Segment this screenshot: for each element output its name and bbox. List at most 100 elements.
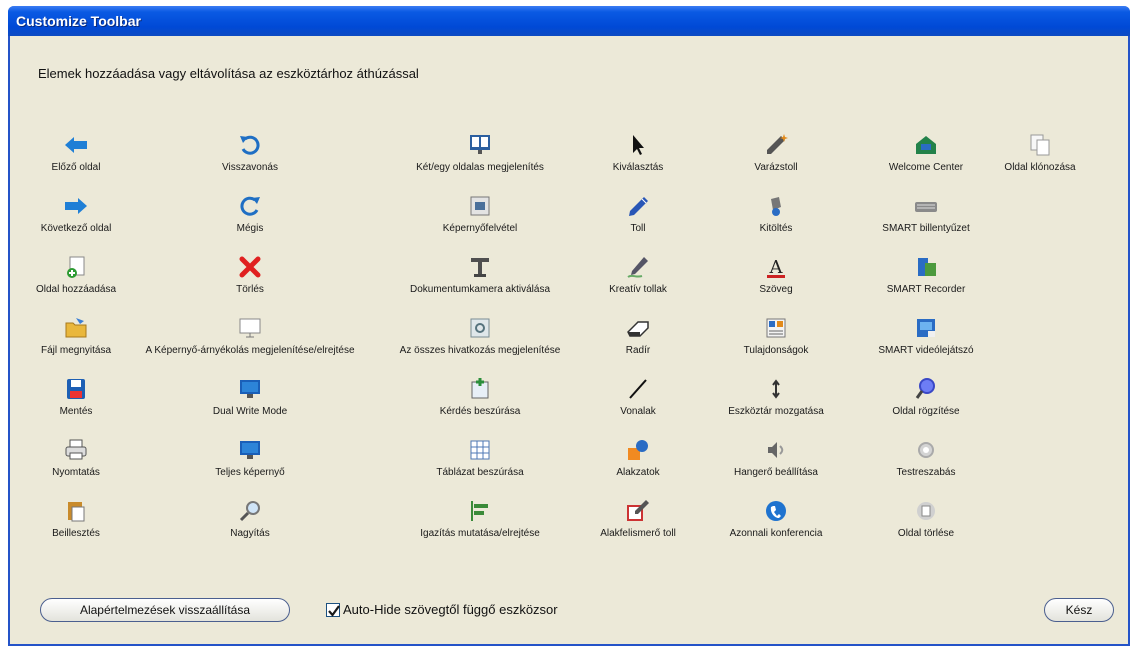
toolbar-item-label: Nyomtatás: [52, 467, 100, 478]
toolbar-item-label: Igazítás mutatása/elrejtése: [420, 528, 540, 539]
toolbar-item-creative-pen[interactable]: Kreatív tollak: [563, 254, 713, 316]
toolbar-item-instant-conference[interactable]: Azonnali konferencia: [701, 498, 851, 560]
toolbar-item-customize-gear[interactable]: Testreszabás: [851, 437, 1001, 499]
toolbar-item-delete-page[interactable]: Oldal törlése: [851, 498, 1001, 560]
toolbar-item-screen-capture[interactable]: Képernyőfelvétel: [405, 193, 555, 255]
toolbar-item-label: Szöveg: [759, 284, 793, 295]
toolbar-item-label: Hangerő beállítása: [734, 467, 818, 478]
toolbar-item-label: Tulajdonságok: [743, 345, 809, 356]
toolbar-item-label: SMART billentyűzet: [882, 223, 970, 234]
toolbar-item-redo[interactable]: Mégis: [175, 193, 325, 255]
toolbar-item-line[interactable]: Vonalak: [563, 376, 713, 438]
toolbar-item-label: Testreszabás: [896, 467, 956, 478]
toolbar-item-magic-pen[interactable]: Varázstoll: [701, 132, 851, 194]
toolbar-item-label: Visszavonás: [222, 162, 278, 173]
toolbar-item-label: Kreatív tollak: [609, 284, 667, 295]
toolbar-item-eraser[interactable]: Radír: [563, 315, 713, 377]
screen-shade-icon: [236, 315, 264, 341]
dual-monitor-icon: [236, 376, 264, 402]
toolbar-item-text[interactable]: A Szöveg: [701, 254, 851, 316]
toolbar-item-label: Az összes hivatkozás megjelenítése: [399, 345, 561, 356]
toolbar-item-fill[interactable]: Kitöltés: [701, 193, 851, 255]
toolbar-item-label: Mégis: [236, 223, 264, 234]
toolbar-item-select-arrow[interactable]: Kiválasztás: [563, 132, 713, 194]
toolbar-item-label: Alakzatok: [616, 467, 660, 478]
toolbar-item-pin-page[interactable]: Oldal rögzítése: [851, 376, 1001, 438]
toolbar-item-label: Oldal törlése: [897, 528, 955, 539]
magnifier-icon: [236, 498, 264, 524]
toolbar-item-label: Azonnali konferencia: [729, 528, 823, 539]
magic-pen-icon: [762, 132, 790, 158]
reset-defaults-button[interactable]: Alapértelmezések visszaállítása: [40, 598, 290, 622]
paste-icon: [62, 498, 90, 524]
toolbar-item-pen[interactable]: Toll: [563, 193, 713, 255]
toolbar-item-magnifier[interactable]: Nagyítás: [175, 498, 325, 560]
toolbar-item-label: Radír: [625, 345, 651, 356]
toolbar-item-save[interactable]: Mentés: [1, 376, 151, 438]
welcome-center-icon: [912, 132, 940, 158]
toolbar-item-label: Alakfelismerő toll: [600, 528, 676, 539]
dual-page-display-icon: [466, 132, 494, 158]
undo-icon: [236, 132, 264, 158]
toolbar-item-label: Következő oldal: [40, 223, 112, 234]
toolbar-item-insert-table[interactable]: Táblázat beszúrása: [405, 437, 555, 499]
toolbar-item-delete-x[interactable]: Törlés: [175, 254, 325, 316]
toolbar-item-dual-page-display[interactable]: Két/egy oldalas megjelenítés: [405, 132, 555, 194]
toolbar-item-label: Toll: [630, 223, 646, 234]
shape-recognition-pen-icon: [624, 498, 652, 524]
toolbar-item-arrow-right[interactable]: Következő oldal: [1, 193, 151, 255]
toolbar-item-label: Képernyőfelvétel: [442, 223, 518, 234]
auto-hide-option[interactable]: Auto-Hide szövegtől függő eszközsor: [326, 602, 558, 617]
toolbar-item-label: Két/egy oldalas megjelenítés: [416, 162, 544, 173]
toolbar-item-shape-recognition-pen[interactable]: Alakfelismerő toll: [563, 498, 713, 560]
auto-hide-checkbox[interactable]: [326, 602, 340, 617]
toolbar-item-move-toolbar[interactable]: Eszköztár mozgatása: [701, 376, 851, 438]
toolbar-item-alignment[interactable]: Igazítás mutatása/elrejtése: [405, 498, 555, 560]
toolbar-item-printer[interactable]: Nyomtatás: [1, 437, 151, 499]
toolbar-item-volume[interactable]: Hangerő beállítása: [701, 437, 851, 499]
toolbar-item-label: Táblázat beszúrása: [436, 467, 524, 478]
svg-text:A: A: [769, 257, 784, 278]
done-button[interactable]: Kész: [1044, 598, 1114, 622]
toolbar-item-full-screen[interactable]: Teljes képernyő: [175, 437, 325, 499]
toolbar-item-insert-question[interactable]: Kérdés beszúrása: [405, 376, 555, 438]
clone-page-icon: [1026, 132, 1054, 158]
toolbar-item-undo[interactable]: Visszavonás: [175, 132, 325, 194]
toolbar-item-dual-monitor[interactable]: Dual Write Mode: [175, 376, 325, 438]
toolbar-item-add-page[interactable]: Oldal hozzáadása: [1, 254, 151, 316]
toolbar-item-label: Kitöltés: [759, 223, 793, 234]
toolbar-item-shapes[interactable]: Alakzatok: [563, 437, 713, 499]
toolbar-item-label: SMART videólejátszó: [878, 345, 974, 356]
add-page-icon: [62, 254, 90, 280]
toolbar-item-label: Kérdés beszúrása: [439, 406, 521, 417]
toolbar-item-video-player[interactable]: SMART videólejátszó: [851, 315, 1001, 377]
toolbar-item-open-folder[interactable]: Fájl megnyitása: [1, 315, 151, 377]
toolbar-item-paste[interactable]: Beillesztés: [1, 498, 151, 560]
toolbar-item-label: Fájl megnyitása: [40, 345, 112, 356]
move-toolbar-icon: [762, 376, 790, 402]
toolbar-item-document-camera[interactable]: Dokumentumkamera aktiválása: [405, 254, 555, 316]
toolbar-item-show-links[interactable]: Az összes hivatkozás megjelenítése: [400, 315, 560, 377]
toolbar-item-label: Eszköztár mozgatása: [728, 406, 824, 417]
toolbar-item-recorder[interactable]: SMART Recorder: [851, 254, 1001, 316]
printer-icon: [62, 437, 90, 463]
shapes-icon: [624, 437, 652, 463]
volume-icon: [762, 437, 790, 463]
toolbar-item-clone-page[interactable]: Oldal klónozása: [965, 132, 1115, 194]
instant-conference-icon: [762, 498, 790, 524]
toolbar-item-arrow-left[interactable]: Előző oldal: [1, 132, 151, 194]
toolbar-item-label: Mentés: [59, 406, 93, 417]
properties-icon: [762, 315, 790, 341]
select-arrow-icon: [624, 132, 652, 158]
screen-capture-icon: [466, 193, 494, 219]
toolbar-item-label: A Képernyő-árnyékolás megjelenítése/elre…: [145, 345, 355, 356]
toolbar-item-label: Teljes képernyő: [215, 467, 285, 478]
toolbar-item-label: Dual Write Mode: [212, 406, 288, 417]
pen-icon: [624, 193, 652, 219]
toolbar-item-label: Előző oldal: [51, 162, 101, 173]
toolbar-item-label: Dokumentumkamera aktiválása: [409, 284, 551, 295]
fill-icon: [762, 193, 790, 219]
toolbar-item-keyboard[interactable]: SMART billentyűzet: [851, 193, 1001, 255]
toolbar-item-properties[interactable]: Tulajdonságok: [701, 315, 851, 377]
toolbar-item-screen-shade[interactable]: A Képernyő-árnyékolás megjelenítése/elre…: [145, 315, 355, 377]
